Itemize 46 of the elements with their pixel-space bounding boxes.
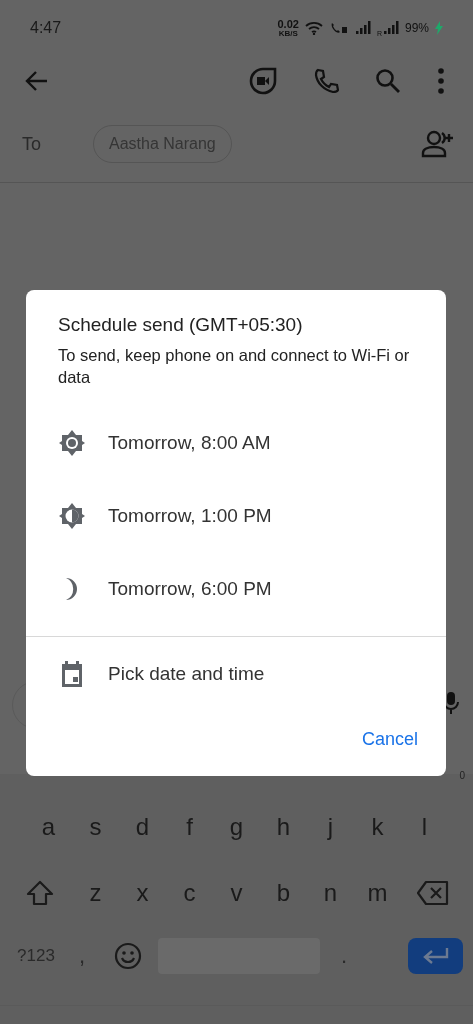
- shift-icon[interactable]: [26, 880, 54, 906]
- keyboard-key[interactable]: z: [72, 869, 119, 917]
- pick-date-option[interactable]: Pick date and time: [108, 662, 265, 685]
- to-label: To: [22, 133, 41, 155]
- brightness-icon: [58, 501, 86, 530]
- back-icon[interactable]: [25, 70, 49, 92]
- signal-icon: [354, 21, 371, 35]
- more-icon[interactable]: [437, 68, 445, 94]
- backspace-icon[interactable]: [416, 880, 450, 906]
- keyboard-key[interactable]: b: [260, 869, 307, 917]
- sun-icon: [58, 428, 86, 457]
- keyboard-key[interactable]: x: [119, 869, 166, 917]
- keyboard-key[interactable]: j: [307, 803, 354, 851]
- enter-key[interactable]: [408, 938, 463, 974]
- dialog-title: Schedule send (GMT+05:30): [57, 314, 304, 336]
- keyboard-key[interactable]: k: [354, 803, 401, 851]
- schedule-option[interactable]: Tomorrow, 8:00 AM: [108, 431, 271, 454]
- keyboard-key[interactable]: h: [260, 803, 307, 851]
- keyboard-key[interactable]: s: [72, 803, 119, 851]
- keyboard-key[interactable]: g: [213, 803, 260, 851]
- schedule-option[interactable]: Tomorrow, 1:00 PM: [108, 504, 272, 527]
- emoji-icon[interactable]: [114, 942, 142, 970]
- period-key[interactable]: .: [324, 936, 364, 976]
- network-speed: 0.02 KB/S: [277, 18, 299, 38]
- keyboard-key[interactable]: v: [213, 869, 260, 917]
- cancel-button[interactable]: Cancel: [353, 719, 426, 760]
- key-hint: 0: [459, 770, 465, 783]
- keyboard-key[interactable]: l: [401, 803, 448, 851]
- add-person-icon[interactable]: [421, 130, 455, 158]
- phone-icon[interactable]: [313, 68, 339, 94]
- dialog-subtitle: To send, keep phone on and connect to Wi-Fi or data: [57, 345, 411, 388]
- schedule-option[interactable]: Tomorrow, 6:00 PM: [108, 577, 272, 600]
- enter-icon: [421, 947, 450, 965]
- video-call-icon[interactable]: [249, 67, 277, 95]
- keyboard-key[interactable]: f: [166, 803, 213, 851]
- status-time: 4:47: [30, 19, 62, 37]
- keyboard-key[interactable]: m: [354, 869, 401, 917]
- keyboard-key[interactable]: a: [25, 803, 72, 851]
- keyboard-key[interactable]: d: [119, 803, 166, 851]
- keyboard-key[interactable]: n: [307, 869, 354, 917]
- battery-level: 99%: [404, 21, 429, 35]
- wifi-icon: [304, 21, 323, 35]
- search-icon[interactable]: [375, 68, 401, 94]
- comma-key[interactable]: ,: [62, 936, 102, 976]
- signal-icon: [382, 21, 399, 35]
- keyboard-key[interactable]: c: [166, 869, 213, 917]
